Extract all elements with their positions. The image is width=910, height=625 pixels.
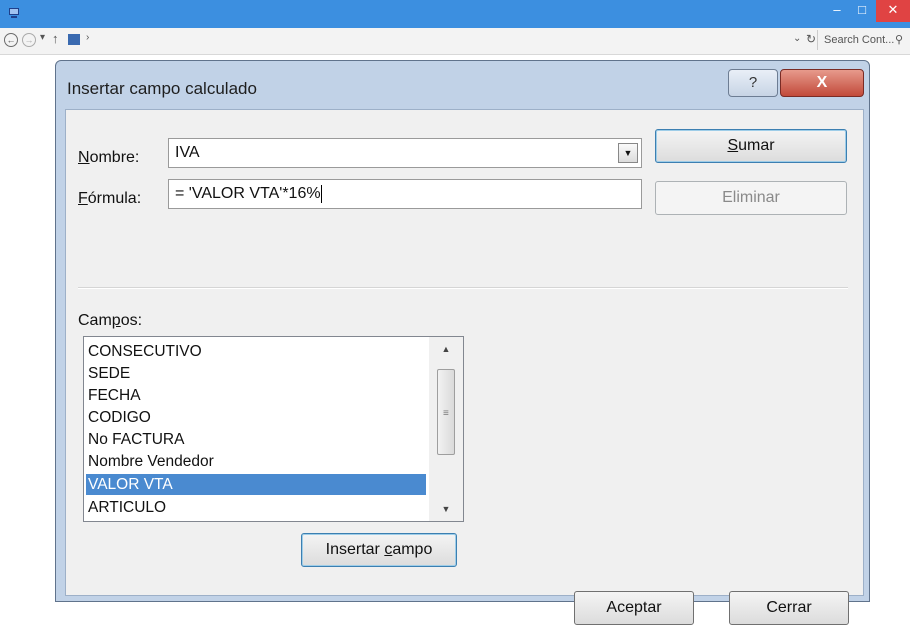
- window-titlebar: – □ ✕: [0, 0, 910, 28]
- search-input[interactable]: Search Cont... ⚲: [817, 30, 907, 50]
- list-item-selected[interactable]: VALOR VTA: [86, 474, 426, 495]
- campos-label: Campos:: [78, 312, 143, 329]
- list-item[interactable]: CONSECUTIVO: [86, 341, 426, 362]
- list-item[interactable]: Nombre Vendedor: [86, 451, 426, 472]
- scroll-down-arrow-icon[interactable]: ▼: [429, 499, 463, 519]
- list-item[interactable]: CODIGO: [86, 407, 426, 428]
- separator: [78, 287, 848, 289]
- eliminar-button: Eliminar: [655, 181, 847, 215]
- text-cursor: [320, 184, 322, 203]
- navigation-bar: ← → ▾ ↑ › ⌄ ↻ Search Cont... ⚲: [0, 28, 910, 55]
- formula-label-text: órmula:: [87, 190, 142, 207]
- campos-listbox[interactable]: CONSECUTIVO SEDE FECHA CODIGO No FACTURA…: [83, 336, 464, 522]
- insert-calculated-field-dialog: Insertar campo calculado ? X Nombre: IVA…: [55, 60, 870, 625]
- list-item[interactable]: FECHA: [86, 385, 426, 406]
- search-icon[interactable]: ⚲: [895, 30, 903, 50]
- back-arrow-icon[interactable]: ←: [4, 33, 18, 47]
- nombre-combobox[interactable]: IVA ▼: [168, 138, 642, 168]
- dialog-close-button[interactable]: X: [780, 69, 864, 97]
- help-button[interactable]: ?: [728, 69, 778, 97]
- grip-icon: ≡: [443, 408, 449, 419]
- dropdown-arrow-icon[interactable]: ▼: [618, 143, 638, 163]
- dialog-body: Nombre: IVA ▼ Fórmula: = 'VALOR VTA'*16%…: [65, 109, 864, 625]
- list-item[interactable]: SEDE: [86, 363, 426, 384]
- window-close-button[interactable]: ✕: [876, 0, 910, 22]
- formula-value: = 'VALOR VTA'*16%: [175, 185, 321, 202]
- formula-label: Fórmula:: [78, 190, 142, 207]
- address-dropdown-icon[interactable]: ⌄: [793, 33, 801, 44]
- list-item[interactable]: No FACTURA: [86, 429, 426, 450]
- nombre-label: Nombre:: [78, 149, 140, 166]
- forward-arrow-icon[interactable]: →: [22, 33, 36, 47]
- history-dropdown-icon[interactable]: ▾: [40, 32, 45, 43]
- insertar-campo-button[interactable]: Insertar campo: [301, 533, 457, 567]
- up-arrow-icon[interactable]: ↑: [52, 31, 59, 46]
- nombre-value: IVA: [175, 144, 200, 161]
- refresh-icon[interactable]: ↻: [806, 32, 816, 46]
- formula-input[interactable]: = 'VALOR VTA'*16%: [168, 179, 642, 209]
- search-placeholder: Search Cont...: [824, 34, 895, 46]
- scrollbar-thumb[interactable]: ≡: [437, 369, 455, 455]
- location-icon: [68, 34, 80, 45]
- breadcrumb-chevron-icon[interactable]: ›: [86, 32, 89, 43]
- aceptar-button[interactable]: Aceptar: [574, 591, 694, 625]
- scroll-up-arrow-icon[interactable]: ▲: [429, 339, 463, 359]
- minimize-button[interactable]: –: [826, 0, 848, 22]
- vertical-scrollbar[interactable]: ▲ ≡ ▼: [429, 337, 463, 521]
- app-icon: [9, 8, 19, 18]
- list-item[interactable]: ARTICULO: [86, 497, 426, 518]
- dialog-title: Insertar campo calculado: [67, 79, 257, 98]
- cerrar-button[interactable]: Cerrar: [729, 591, 849, 625]
- nombre-label-text: ombre:: [89, 149, 140, 166]
- maximize-button[interactable]: □: [851, 0, 873, 22]
- sumar-button[interactable]: Sumar: [655, 129, 847, 163]
